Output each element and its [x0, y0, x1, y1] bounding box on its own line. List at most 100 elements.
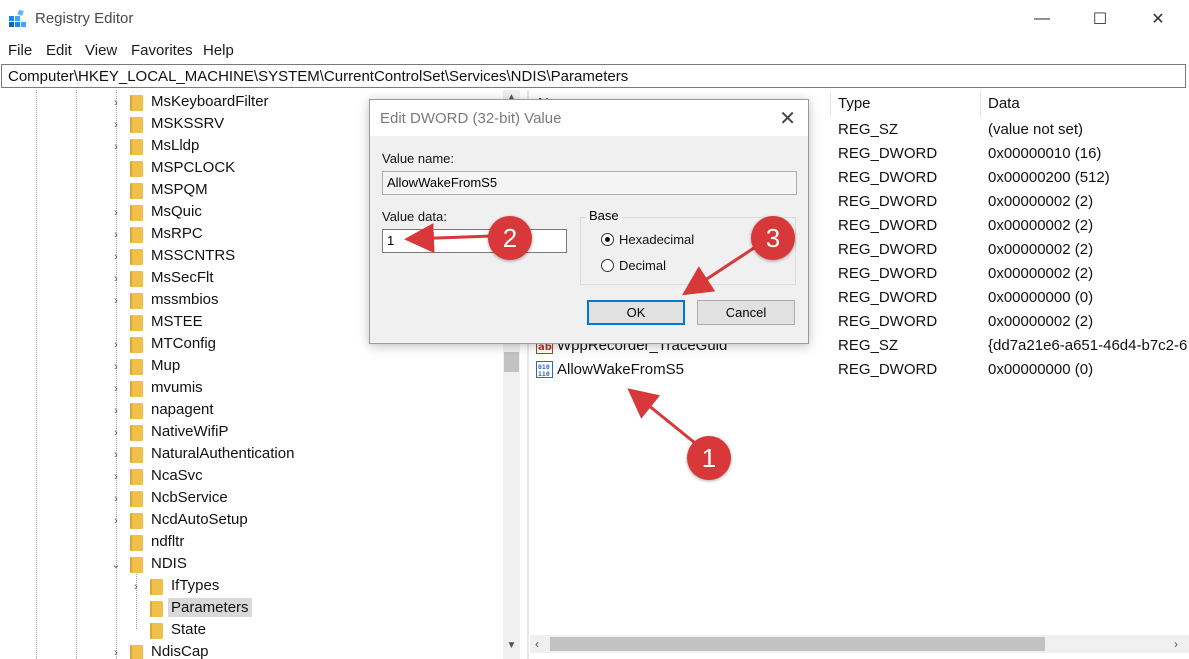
column-separator[interactable]	[830, 92, 831, 116]
cancel-button[interactable]: Cancel	[697, 300, 795, 325]
folder-icon	[130, 469, 143, 485]
tree-item[interactable]: › NcaSvc	[0, 466, 500, 488]
expand-chevron-icon[interactable]: ›	[110, 207, 122, 219]
tree-item-parameters[interactable]: Parameters	[0, 598, 500, 620]
tree-item-ndis[interactable]: ⌄ NDIS	[0, 554, 500, 576]
expand-chevron-icon[interactable]: ›	[110, 229, 122, 241]
expand-chevron-icon[interactable]: ›	[110, 97, 122, 109]
menu-view[interactable]: View	[85, 42, 117, 59]
expand-chevron-icon[interactable]	[110, 163, 122, 175]
folder-open-icon	[150, 601, 163, 617]
tree-item[interactable]: › NcbService	[0, 488, 500, 510]
tree-item[interactable]: › NaturalAuthentication	[0, 444, 500, 466]
scroll-left-arrow-icon[interactable]: ‹	[535, 637, 539, 651]
folder-icon	[130, 139, 143, 155]
value-data: (value not set)	[988, 121, 1084, 138]
edit-dword-dialog: Edit DWORD (32-bit) Value ✕ Value name: …	[369, 99, 809, 344]
expand-chevron-icon[interactable]	[110, 317, 122, 329]
tree-item[interactable]: › IfTypes	[0, 576, 500, 598]
tree-item[interactable]: › NativeWifiP	[0, 422, 500, 444]
collapse-chevron-icon[interactable]: ⌄	[110, 559, 122, 571]
menu-bar: File Edit View Favorites Help	[0, 38, 1189, 62]
expand-chevron-icon[interactable]: ›	[110, 361, 122, 373]
decimal-label[interactable]: Decimal	[619, 258, 666, 273]
menu-favorites[interactable]: Favorites	[131, 42, 193, 59]
expand-chevron-icon[interactable]: ›	[110, 119, 122, 131]
menu-file[interactable]: File	[8, 42, 32, 59]
expand-chevron-icon[interactable]: ›	[110, 383, 122, 395]
minimize-button[interactable]: —	[1013, 0, 1071, 38]
tree-item-label: NativeWifiP	[151, 423, 229, 440]
tree-item-label: MSKSSRV	[151, 115, 225, 132]
tree-item-label: NdisCap	[151, 643, 209, 659]
tree-item-label: mssmbios	[151, 291, 219, 308]
expand-chevron-icon[interactable]	[110, 537, 122, 549]
value-name-field[interactable]: AllowWakeFromS5	[382, 171, 797, 195]
expand-chevron-icon[interactable]: ›	[110, 405, 122, 417]
maximize-button[interactable]: ☐	[1071, 0, 1129, 38]
column-header-data[interactable]: Data	[988, 95, 1020, 112]
close-button[interactable]: ✕	[1129, 0, 1187, 38]
hexadecimal-radio[interactable]	[601, 233, 614, 246]
tree-item[interactable]: › NdisCap	[0, 642, 500, 659]
expand-chevron-icon[interactable]	[130, 603, 142, 615]
tree-item[interactable]: › NcdAutoSetup	[0, 510, 500, 532]
folder-icon	[130, 271, 143, 287]
folder-icon	[150, 579, 163, 595]
expand-chevron-icon[interactable]: ›	[110, 471, 122, 483]
dialog-close-icon[interactable]: ✕	[779, 106, 796, 131]
tree-item[interactable]: State	[0, 620, 500, 642]
expand-chevron-icon[interactable]: ›	[110, 339, 122, 351]
tree-item[interactable]: › napagent	[0, 400, 500, 422]
column-header-type[interactable]: Type	[838, 95, 871, 112]
expand-chevron-icon[interactable]: ›	[110, 273, 122, 285]
expand-chevron-icon[interactable]: ›	[110, 141, 122, 153]
window-title: Registry Editor	[35, 10, 134, 27]
tree-item[interactable]: › mvumis	[0, 378, 500, 400]
value-data: 0x00000002 (2)	[988, 193, 1094, 210]
tree-item-label: IfTypes	[171, 577, 220, 594]
menu-help[interactable]: Help	[203, 42, 234, 59]
expand-chevron-icon[interactable]: ›	[110, 449, 122, 461]
expand-chevron-icon[interactable]: ›	[110, 427, 122, 439]
svg-text:110: 110	[538, 370, 550, 378]
value-data: 0x00000000 (0)	[988, 361, 1094, 378]
hexadecimal-label[interactable]: Hexadecimal	[619, 232, 694, 247]
expand-chevron-icon[interactable]: ›	[110, 251, 122, 263]
value-type: REG_DWORD	[838, 169, 938, 186]
dialog-title: Edit DWORD (32-bit) Value	[380, 110, 562, 127]
value-data-input[interactable]: 1	[382, 229, 567, 253]
scrollbar-thumb[interactable]	[504, 352, 519, 372]
expand-chevron-icon[interactable]: ›	[130, 581, 142, 593]
tree-item[interactable]: ndfltr	[0, 532, 500, 554]
expand-chevron-icon[interactable]: ›	[110, 515, 122, 527]
expand-chevron-icon[interactable]: ›	[110, 295, 122, 307]
value-data: 0x00000002 (2)	[988, 241, 1094, 258]
tree-item[interactable]: › Mup	[0, 356, 500, 378]
ok-button[interactable]: OK	[587, 300, 685, 325]
values-horizontal-scrollbar[interactable]: ‹ ›	[530, 635, 1189, 653]
value-type: REG_DWORD	[838, 193, 938, 210]
expand-chevron-icon[interactable]	[110, 185, 122, 197]
decimal-radio[interactable]	[601, 259, 614, 272]
expand-chevron-icon[interactable]: ›	[110, 647, 122, 659]
expand-chevron-icon[interactable]	[130, 625, 142, 637]
value-type: REG_DWORD	[838, 313, 938, 330]
scroll-right-arrow-icon[interactable]: ›	[1174, 637, 1178, 651]
scrollbar-thumb[interactable]	[550, 637, 1045, 651]
tree-item-label: MSTEE	[151, 313, 203, 330]
folder-icon	[130, 403, 143, 419]
column-separator[interactable]	[980, 92, 981, 116]
menu-edit[interactable]: Edit	[46, 42, 72, 59]
folder-icon	[130, 205, 143, 221]
value-row-allowwakefroms5[interactable]: 010 110 AllowWakeFromS5 REG_DWORD 0x0000…	[530, 358, 1189, 382]
address-bar[interactable]: Computer\HKEY_LOCAL_MACHINE\SYSTEM\Curre…	[1, 64, 1186, 88]
value-type: REG_SZ	[838, 337, 899, 354]
folder-icon	[130, 117, 143, 133]
expand-chevron-icon[interactable]: ›	[110, 493, 122, 505]
scroll-down-arrow-icon[interactable]: ▼	[503, 640, 520, 651]
value-type: REG_DWORD	[838, 289, 938, 306]
folder-icon	[150, 623, 163, 639]
tree-item-label: State	[171, 621, 207, 638]
tree-item-label: MsSecFlt	[151, 269, 214, 286]
